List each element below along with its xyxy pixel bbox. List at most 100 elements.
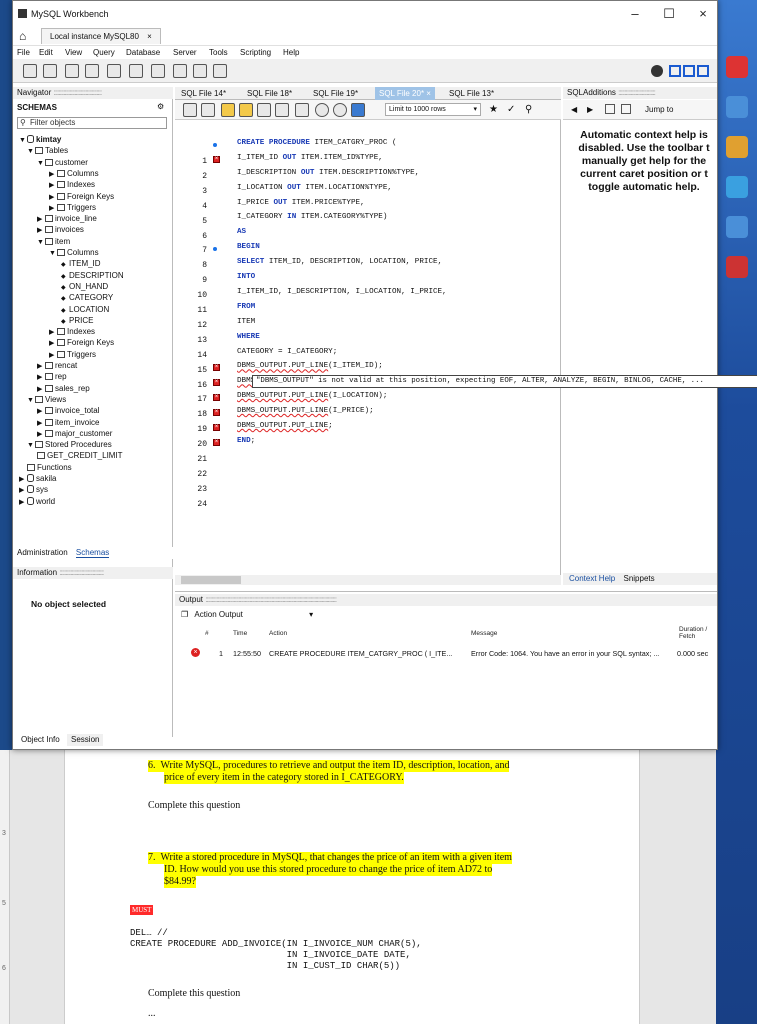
desktop-icon[interactable]	[726, 136, 748, 158]
reconnect-icon[interactable]	[213, 64, 227, 78]
code-line[interactable]: ITEM	[237, 318, 255, 326]
copy-icon[interactable]: ❐	[181, 610, 188, 619]
tab-snippets[interactable]: Snippets	[623, 574, 654, 583]
collapse-arrow-icon[interactable]: ▶	[37, 407, 45, 417]
tree-item[interactable]: ▼ item	[37, 237, 70, 248]
expand-arrow-icon[interactable]: ▼	[37, 159, 45, 169]
open-file-icon[interactable]	[183, 103, 197, 117]
tab-sql-file-18[interactable]: SQL File 18*	[243, 87, 296, 100]
code-line[interactable]: I_ITEM_ID, I_DESCRIPTION, I_LOCATION, I_…	[237, 288, 447, 296]
menu-server[interactable]: Server	[173, 48, 197, 57]
tree-item[interactable]: ▶ invoice_line	[37, 214, 97, 225]
stop-icon[interactable]	[275, 103, 289, 117]
tree-item[interactable]: ▶ major_customer	[37, 429, 112, 440]
code-line[interactable]: I_LOCATION OUT ITEM.LOCATION%TYPE,	[237, 184, 392, 192]
rollback-icon[interactable]	[333, 103, 347, 117]
menu-file[interactable]: File	[17, 48, 30, 57]
tree-item[interactable]: ▼ kimtay	[19, 135, 61, 146]
collapse-arrow-icon[interactable]: ▶	[37, 385, 45, 395]
collapse-arrow-icon[interactable]: ▶	[19, 475, 27, 485]
error-marker-icon[interactable]: ×	[213, 379, 220, 387]
tab-object-info[interactable]: Object Info	[17, 734, 64, 746]
autocommit-icon[interactable]	[351, 103, 365, 117]
manual-help-icon[interactable]	[621, 104, 631, 114]
tree-item[interactable]: ▶ Indexes	[49, 327, 95, 338]
code-line[interactable]: CATEGORY = I_CATEGORY;	[237, 348, 337, 356]
menu-query[interactable]: Query	[93, 48, 115, 57]
tree-item[interactable]: ▶ invoices	[37, 225, 84, 236]
collapse-arrow-icon[interactable]: ▶	[37, 419, 45, 429]
menu-scripting[interactable]: Scripting	[240, 48, 271, 57]
toggle-continue-icon[interactable]	[295, 103, 309, 117]
back-icon[interactable]: ◀	[571, 105, 577, 114]
settings-gear-icon[interactable]	[651, 65, 663, 77]
tree-item[interactable]: ◆ PRICE	[61, 316, 93, 327]
expand-arrow-icon[interactable]: ▼	[19, 136, 27, 146]
expand-arrow-icon[interactable]: ▼	[27, 441, 35, 451]
collapse-arrow-icon[interactable]: ▶	[37, 373, 45, 383]
code-line[interactable]: END;	[237, 437, 255, 445]
tree-item[interactable]: ▶ invoice_total	[37, 406, 99, 417]
collapse-arrow-icon[interactable]: ▶	[37, 430, 45, 440]
expand-arrow-icon[interactable]: ▼	[49, 249, 57, 259]
minimize-button[interactable]: –	[621, 5, 649, 23]
toggle-secondary-sidebar-icon[interactable]	[697, 65, 709, 77]
create-table-icon[interactable]	[107, 64, 121, 78]
code-line[interactable]: INTO	[237, 273, 255, 281]
filter-objects-input[interactable]: ⚲ Filter objects	[17, 117, 167, 129]
forward-icon[interactable]: ▶	[587, 105, 593, 114]
scrollbar-thumb[interactable]	[181, 576, 241, 584]
code-line[interactable]: DBMS_OUTPUT.PUT_LINE;	[237, 422, 333, 430]
error-marker-icon[interactable]: ×	[213, 364, 220, 372]
close-tab-icon[interactable]: ×	[426, 89, 431, 98]
execute-icon[interactable]	[221, 103, 235, 117]
tree-item[interactable]: ▼ customer	[37, 158, 88, 169]
collapse-arrow-icon[interactable]: ▶	[37, 362, 45, 372]
execute-current-icon[interactable]	[239, 103, 253, 117]
close-window-button[interactable]: ×	[689, 5, 717, 23]
home-icon[interactable]: ⌂	[19, 29, 26, 43]
beautify-icon[interactable]: ✓	[507, 104, 515, 115]
menu-help[interactable]: Help	[283, 48, 299, 57]
tree-item[interactable]: ▶ sales_rep	[37, 384, 90, 395]
tree-item[interactable]: GET_CREDIT_LIMIT	[37, 451, 123, 461]
limit-rows-select[interactable]: Limit to 1000 rows ▾	[385, 103, 481, 116]
collapse-arrow-icon[interactable]: ▶	[49, 351, 57, 361]
create-schema-icon[interactable]	[85, 64, 99, 78]
code-line[interactable]: DBMS_OUTPUT.PUT_LINE(I_PRICE);	[237, 407, 374, 415]
tree-item[interactable]: ▶ Triggers	[49, 203, 96, 214]
tree-item[interactable]: ▶ Foreign Keys	[49, 192, 114, 203]
code-line[interactable]: DBMS_OUTPUT.PUT_LINE(I_ITEM_ID);	[237, 362, 383, 370]
collapse-arrow-icon[interactable]: ▶	[49, 328, 57, 338]
create-function-icon[interactable]	[173, 64, 187, 78]
code-line[interactable]: I_ITEM_ID OUT ITEM.ITEM_ID%TYPE,	[237, 154, 383, 162]
error-marker-icon[interactable]: ×	[213, 424, 220, 431]
toggle-auto-help-icon[interactable]	[605, 104, 615, 114]
error-marker-icon[interactable]: ×	[213, 394, 220, 402]
code-line[interactable]: I_CATEGORY IN ITEM.CATEGORY%TYPE)	[237, 213, 387, 221]
menu-edit[interactable]: Edit	[39, 48, 53, 57]
tab-sql-file-13[interactable]: SQL File 13*	[445, 87, 498, 100]
save-icon[interactable]	[201, 103, 215, 117]
collapse-arrow-icon[interactable]: ▶	[49, 193, 57, 203]
tree-item[interactable]: ▼ Views	[27, 395, 66, 406]
desktop-icon[interactable]	[726, 56, 748, 78]
new-sql-tab-icon[interactable]	[23, 64, 37, 78]
desktop-icon[interactable]	[726, 176, 748, 198]
menu-database[interactable]: Database	[126, 48, 160, 57]
code-line[interactable]: AS	[237, 228, 246, 236]
collapse-arrow-icon[interactable]: ▶	[49, 204, 57, 214]
tree-item[interactable]: ◆ DESCRIPTION	[61, 271, 124, 282]
tree-item[interactable]: Functions	[27, 463, 72, 473]
tree-item[interactable]: ▶ sys	[19, 485, 48, 496]
tree-item[interactable]: ▶ Indexes	[49, 180, 95, 191]
collapse-arrow-icon[interactable]: ▶	[19, 498, 27, 508]
tab-administration[interactable]: Administration	[17, 548, 68, 557]
toggle-output-icon[interactable]	[683, 65, 695, 77]
code-line[interactable]: DBMS_OUTPUT.PUT_LINE(I_LOCATION);	[237, 392, 387, 400]
tree-item[interactable]: ▼ Columns	[49, 248, 99, 259]
tab-sql-file-20[interactable]: SQL File 20* ×	[375, 87, 435, 100]
close-tab-icon[interactable]: ×	[147, 32, 152, 41]
tree-item[interactable]: ▶ Triggers	[49, 350, 96, 361]
desktop-icon[interactable]	[726, 96, 748, 118]
